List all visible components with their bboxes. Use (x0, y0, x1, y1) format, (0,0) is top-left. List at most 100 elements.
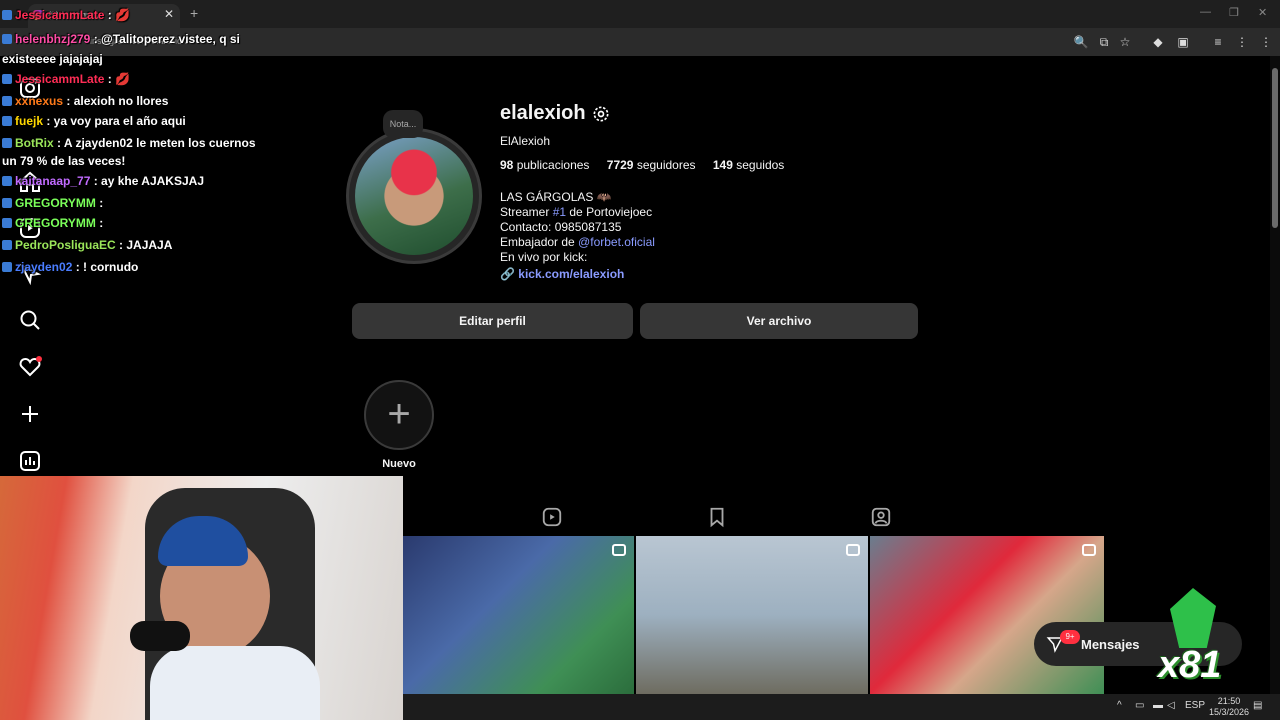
chat-text: existeeee jajajajaj (2, 52, 103, 66)
chat-username[interactable]: xxnexus (15, 94, 63, 108)
clock-time: 21:50 (1217, 696, 1241, 706)
chat-username[interactable]: helenbhzj279 (15, 32, 90, 46)
language-indicator[interactable]: ESP (1185, 700, 1205, 711)
chat-username[interactable]: GREGORYMM (15, 216, 96, 230)
chat-badge-icon (2, 198, 12, 208)
chat-username[interactable]: GREGORYMM (15, 196, 96, 210)
volume-icon[interactable]: ◁ (1167, 700, 1175, 711)
chat-text: : 💋 (104, 8, 130, 22)
edit-profile-button[interactable]: Editar perfil (352, 303, 633, 339)
new-highlight-button[interactable]: + (364, 380, 434, 450)
chat-message: fuejk : ya voy para el año aqui (2, 114, 186, 128)
tagged-tab-icon[interactable] (870, 506, 892, 528)
battery-icon[interactable]: ▬ (1153, 700, 1163, 711)
reels-tab-icon[interactable] (541, 506, 563, 528)
carousel-icon (1082, 544, 1096, 556)
chat-username[interactable]: JessicammLate (15, 8, 104, 22)
chat-message: JessicammLate : 💋 (2, 8, 130, 22)
chat-text: : (95, 216, 104, 230)
chat-message: BotRix : A zjayden02 le meten los cuerno… (2, 136, 256, 150)
minimize-button[interactable]: — (1200, 6, 1211, 18)
clock[interactable]: 21:50 15/3/2026 (1209, 696, 1249, 718)
post-thumbnail[interactable] (636, 536, 868, 694)
new-tab-button[interactable]: + (190, 5, 198, 21)
streamer-shirt (150, 646, 320, 720)
hashtag-link[interactable]: #1 (553, 205, 566, 219)
microphone (130, 621, 190, 651)
view-archive-button[interactable]: Ver archivo (640, 303, 918, 339)
chat-username[interactable]: zjayden02 (15, 260, 72, 274)
following-count: 149 (712, 158, 733, 172)
carousel-icon (612, 544, 626, 556)
search-icon[interactable] (18, 308, 42, 332)
create-icon[interactable] (18, 402, 42, 426)
settings-icon[interactable] (591, 104, 611, 124)
chat-text: : ! cornudo (72, 260, 139, 274)
plus-icon: + (387, 392, 411, 436)
following-stat[interactable]: 149 seguidos (713, 158, 784, 172)
insights-icon[interactable] (18, 449, 42, 473)
messages-count-badge: 9+ (1060, 630, 1080, 644)
chat-username[interactable]: fuejk (15, 114, 43, 128)
chat-badge-icon (2, 34, 12, 44)
followers-label: seguidores (636, 158, 696, 172)
webcam-feed (0, 476, 403, 720)
chat-text: : ay khe AJAKSJAJ (90, 174, 204, 188)
extensions-puzzle-icon[interactable]: ▣ (1175, 34, 1191, 50)
chat-badge-icon (2, 218, 12, 228)
chat-badge-icon (2, 262, 12, 272)
chat-text: : 💋 (104, 72, 130, 86)
bio-line: En vivo por kick: (500, 250, 588, 264)
chat-username[interactable]: PedroPosliguaEC (15, 238, 116, 252)
post-thumbnail[interactable] (870, 536, 1104, 694)
chat-username[interactable]: JessicammLate (15, 72, 104, 86)
chat-text: : @Talitoperez vistee, q si (90, 32, 240, 46)
chat-message: JessicammLate : 💋 (2, 72, 130, 86)
install-app-icon[interactable]: ⧉ (1096, 34, 1112, 50)
post-thumbnail[interactable] (403, 536, 634, 694)
notifications-icon[interactable]: ▤ (1253, 700, 1262, 711)
note-bubble[interactable]: Nota... (383, 110, 423, 138)
bookmark-star-icon[interactable]: ☆ (1117, 34, 1133, 50)
chat-text: : alexioh no llores (63, 94, 169, 108)
posts-count: 98 (500, 158, 514, 172)
profile-stats: 98 publicaciones 7729 seguidores 149 seg… (500, 158, 784, 172)
maximize-button[interactable]: ❐ (1229, 6, 1239, 19)
chat-badge-icon (2, 116, 12, 126)
following-label: seguidos (736, 158, 785, 172)
close-window-button[interactable]: ✕ (1258, 6, 1267, 19)
profile-avatar[interactable] (346, 128, 482, 264)
chat-badge-icon (2, 138, 12, 148)
bio-link-row: 🔗 kick.com/elalexioh (500, 267, 655, 282)
chat-message: zjayden02 : ! cornudo (2, 260, 138, 274)
heart-icon[interactable] (18, 355, 42, 379)
page-scrollbar[interactable] (1270, 56, 1280, 720)
network-icon[interactable]: ▭ (1135, 700, 1144, 711)
zoom-icon[interactable]: 🔍 (1073, 34, 1089, 50)
reel-icon (846, 544, 860, 556)
chat-username[interactable]: BotRix (15, 136, 54, 150)
followers-stat[interactable]: 7729 seguidores (607, 158, 696, 172)
messages-label: Mensajes (1081, 637, 1140, 652)
avatar-photo (355, 137, 473, 255)
browser-menu-icon[interactable]: ⋮ (1234, 34, 1250, 50)
chat-text: un 79 % de las veces! (2, 154, 126, 168)
chat-message: helenbhzj279 : @Talitoperez vistee, q si (2, 32, 240, 46)
external-link[interactable]: kick.com/elalexioh (518, 267, 624, 281)
chat-message: PedroPosliguaEC : JAJAJA (2, 238, 172, 252)
reading-list-icon[interactable]: ≡ (1210, 34, 1226, 50)
chat-username[interactable]: kaitanaap_77 (15, 174, 90, 188)
chat-badge-icon (2, 240, 12, 250)
mention-link[interactable]: @forbet.oficial (578, 235, 655, 249)
chat-badge-icon (2, 96, 12, 106)
extension-diamond-icon[interactable]: ◆ (1150, 34, 1166, 50)
tray-chevron-icon[interactable]: ^ (1117, 700, 1122, 711)
browser-tab-bar: (9) Instagram ✕ + — ❐ ✕ (0, 0, 1280, 28)
posts-stat: 98 publicaciones (500, 158, 589, 172)
sidebar-menu-icon[interactable]: ⋮ (1258, 34, 1274, 50)
tab-close-button[interactable]: ✕ (164, 7, 174, 21)
saved-tab-icon[interactable] (706, 506, 728, 528)
bio-contact: Contacto: 0985087135 (500, 220, 622, 234)
chat-text: : (95, 196, 104, 210)
scrollbar-thumb[interactable] (1272, 68, 1278, 228)
